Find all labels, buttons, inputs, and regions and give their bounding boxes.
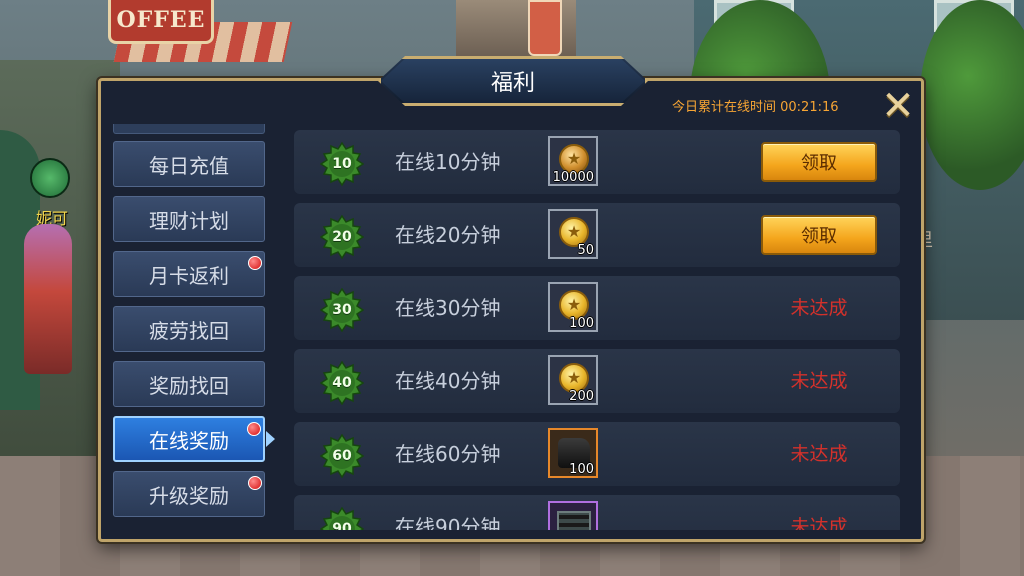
status-not-achieved: 未达成 xyxy=(790,297,848,319)
sidebar-item-online-reward[interactable]: 在线奖励 xyxy=(113,416,265,462)
sidebar-item-monthly-card[interactable]: 月卡返利 xyxy=(113,251,265,297)
sidebar-item-fatigue-recovery[interactable]: 疲劳找回 xyxy=(113,306,265,352)
reward-row: 20 在线20分钟 50 领取 xyxy=(294,203,900,267)
badge-minutes: 30 xyxy=(332,302,352,318)
chest-icon xyxy=(557,511,591,530)
reward-label: 在线10分钟 xyxy=(395,150,501,174)
sidebar-item-label: 月卡返利 xyxy=(149,263,229,288)
reward-item-slot[interactable]: 10000 xyxy=(548,136,598,186)
claim-button[interactable]: 领取 xyxy=(761,215,877,255)
status-not-achieved: 未达成 xyxy=(790,370,848,392)
reward-label: 在线40分钟 xyxy=(395,369,501,393)
reward-label: 在线20分钟 xyxy=(395,223,501,247)
coffee-shop-sign: OFFEE xyxy=(108,0,214,44)
reward-row: 10 在线10分钟 10000 领取 xyxy=(294,130,900,194)
reward-row: 90 在线90分钟 未达成 xyxy=(294,495,900,530)
reward-label: 在线60分钟 xyxy=(395,442,501,466)
reward-item-slot[interactable]: 100 xyxy=(548,282,598,332)
sidebar-item-reward-recovery[interactable]: 奖励找回 xyxy=(113,361,265,407)
npc-quest-icon[interactable] xyxy=(30,158,70,198)
sidebar-item-finance-plan[interactable]: 理财计划 xyxy=(113,196,265,242)
reward-row: 30 在线30分钟 100 未达成 xyxy=(294,276,900,340)
sidebar-item-daily-recharge[interactable]: 每日充值 xyxy=(113,141,265,187)
npc-character[interactable] xyxy=(24,224,72,374)
badge-minutes: 10 xyxy=(332,156,352,172)
item-quantity: 50 xyxy=(577,243,594,258)
reward-list[interactable]: 10 在线10分钟 10000 领取 20 在线20分钟 50 领取 30 在线… xyxy=(294,128,904,530)
panel-title: 福利 xyxy=(490,71,535,96)
sidebar-item-label: 疲劳找回 xyxy=(149,318,229,343)
notification-dot xyxy=(248,476,262,490)
reward-item-slot[interactable]: 200 xyxy=(548,355,598,405)
close-x-icon: ✕ xyxy=(881,83,915,129)
tower-sign xyxy=(528,0,562,56)
reward-item-slot[interactable]: 50 xyxy=(548,209,598,259)
sidebar-item-label: 理财计划 xyxy=(149,208,229,233)
sidebar-item-label: 每日充值 xyxy=(149,153,229,178)
item-quantity: 10000 xyxy=(552,170,594,185)
notification-dot xyxy=(247,422,261,436)
badge-minutes: 60 xyxy=(332,448,352,464)
close-button[interactable]: ✕ xyxy=(880,83,916,129)
item-quantity: 100 xyxy=(569,316,594,331)
sidebar-item-label: 升级奖励 xyxy=(149,483,229,508)
sidebar-item-level-reward[interactable]: 升级奖励 xyxy=(113,471,265,517)
active-indicator-arrow xyxy=(266,431,275,447)
reward-row: 60 在线60分钟 100 未达成 xyxy=(294,422,900,486)
sidebar-item-label: 在线奖励 xyxy=(149,428,229,453)
reward-label: 在线30分钟 xyxy=(395,296,501,320)
reward-row: 40 在线40分钟 200 未达成 xyxy=(294,349,900,413)
online-time-label: 今日累计在线时间 00:21:16 xyxy=(672,100,839,115)
reward-item-slot[interactable] xyxy=(548,501,598,530)
sidebar-item-partial[interactable] xyxy=(113,124,265,134)
badge-minutes: 90 xyxy=(332,521,352,530)
claim-button[interactable]: 领取 xyxy=(761,142,877,182)
item-quantity: 100 xyxy=(569,462,594,477)
status-not-achieved: 未达成 xyxy=(790,516,848,530)
reward-item-slot[interactable]: 100 xyxy=(548,428,598,478)
badge-minutes: 40 xyxy=(332,375,352,391)
item-quantity: 200 xyxy=(569,389,594,404)
reward-label: 在线90分钟 xyxy=(395,515,501,530)
notification-dot xyxy=(248,256,262,270)
status-not-achieved: 未达成 xyxy=(790,443,848,465)
badge-minutes: 20 xyxy=(332,229,352,245)
sidebar-item-label: 奖励找回 xyxy=(149,373,229,398)
